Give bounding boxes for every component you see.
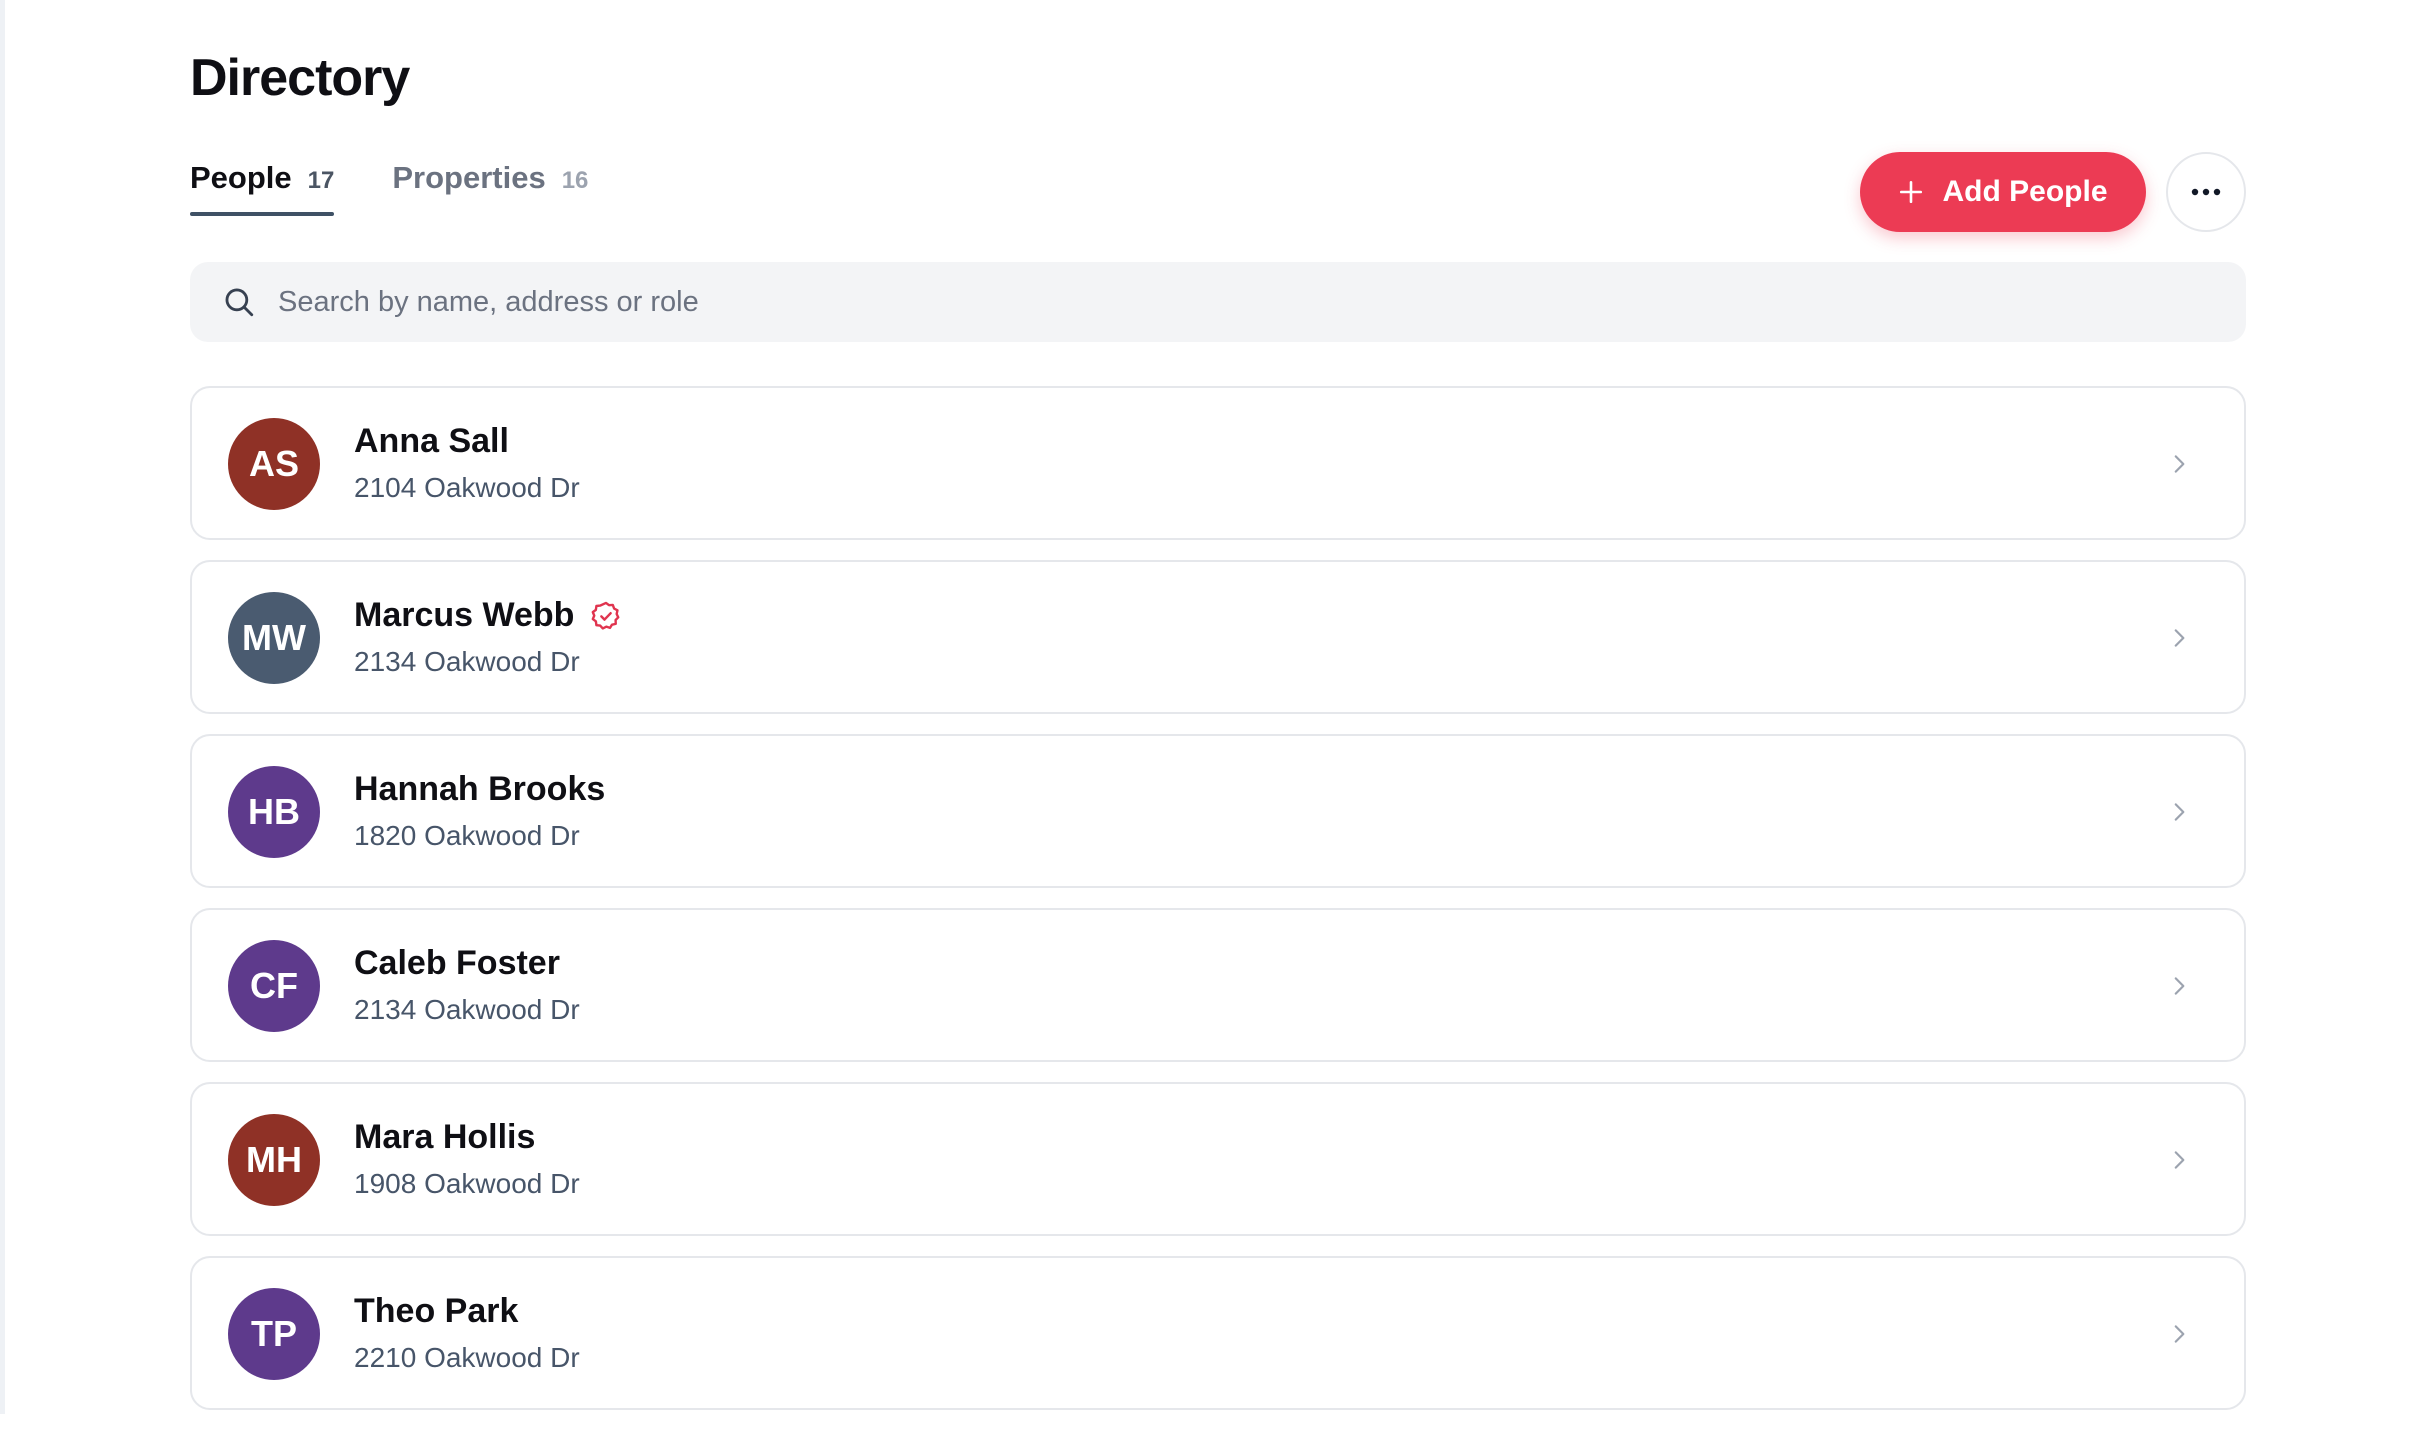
chevron-right-icon <box>2174 1151 2185 1169</box>
tab-label: People <box>190 160 292 195</box>
avatar: CF <box>228 940 320 1032</box>
directory-page: Directory People 17 Properties 16 Add Pe… <box>190 0 2246 1414</box>
person-name: Theo Park <box>354 1292 518 1331</box>
chevron-right-icon <box>2174 1325 2185 1343</box>
person-name-text: Theo Park <box>354 1292 519 1330</box>
chevron-right-icon <box>2174 977 2185 995</box>
search-input[interactable] <box>276 271 2246 333</box>
avatar-initials: HB <box>248 791 300 832</box>
avatar: MW <box>228 592 320 684</box>
add-people-label: Add People <box>1942 175 2108 208</box>
person-row-theo-park[interactable]: TP Theo Park 2210 Oakwood Dr <box>190 1256 2246 1410</box>
chevron-right-icon <box>2174 803 2185 821</box>
tab-bar: People 17 Properties 16 <box>190 160 646 216</box>
search-bar <box>190 262 2246 342</box>
person-address: 1820 Oakwood Dr <box>354 820 580 851</box>
plus-icon <box>1900 180 1923 204</box>
person-name-text: Mara Hollis <box>354 1118 536 1156</box>
more-horizontal-icon <box>2191 188 2221 196</box>
avatar: TP <box>228 1288 320 1380</box>
avatar-initials: TP <box>250 1313 297 1354</box>
person-name-text: Marcus Webb <box>354 596 575 634</box>
person-row-hannah-brooks[interactable]: HB Hannah Brooks 1820 Oakwood Dr <box>190 734 2246 888</box>
person-name-text: Hannah Brooks <box>354 770 606 808</box>
avatar-initials: MW <box>242 617 306 658</box>
tab-count: 17 <box>307 167 335 194</box>
chevron-right-icon <box>2174 629 2185 647</box>
avatar-initials: AS <box>248 443 299 484</box>
tab-label: Properties <box>392 160 546 195</box>
person-address: 1908 Oakwood Dr <box>354 1168 580 1199</box>
person-address: 2134 Oakwood Dr <box>354 646 580 677</box>
person-name-text: Caleb Foster <box>354 944 560 982</box>
avatar: AS <box>228 418 320 510</box>
person-address: 2210 Oakwood Dr <box>354 1342 580 1373</box>
more-options-button[interactable] <box>2166 152 2246 232</box>
tab-properties[interactable]: Properties 16 <box>392 160 588 210</box>
avatar: MH <box>228 1114 320 1206</box>
person-name: Marcus Webb <box>354 596 622 635</box>
person-row-marcus-webb[interactable]: MW Marcus Webb 2134 Oakwood Dr <box>190 560 2246 714</box>
avatar-initials: CF <box>250 965 298 1006</box>
add-people-button[interactable]: Add People <box>1860 152 2146 232</box>
person-name: Caleb Foster <box>354 944 560 983</box>
tab-people[interactable]: People 17 <box>190 160 335 216</box>
person-row-mara-hollis[interactable]: MH Mara Hollis 1908 Oakwood Dr <box>190 1082 2246 1236</box>
person-address: 2134 Oakwood Dr <box>354 994 580 1025</box>
person-name: Anna Sall <box>354 422 509 461</box>
person-name: Mara Hollis <box>354 1118 535 1157</box>
person-address: 2104 Oakwood Dr <box>354 472 580 503</box>
person-row-caleb-foster[interactable]: CF Caleb Foster 2134 Oakwood Dr <box>190 908 2246 1062</box>
window-edge <box>0 0 5 1414</box>
search-icon <box>225 288 254 317</box>
page-title: Directory <box>190 49 410 107</box>
people-list: AS Anna Sall 2104 Oakwood Dr MW Marcus W… <box>190 386 2246 1430</box>
person-name: Hannah Brooks <box>354 770 605 809</box>
verified-badge-icon <box>592 601 620 630</box>
person-row-anna-sall[interactable]: AS Anna Sall 2104 Oakwood Dr <box>190 386 2246 540</box>
person-name-text: Anna Sall <box>354 422 509 460</box>
avatar: HB <box>228 766 320 858</box>
tab-count: 16 <box>561 167 589 194</box>
avatar-initials: MH <box>246 1139 302 1180</box>
chevron-right-icon <box>2174 455 2185 473</box>
